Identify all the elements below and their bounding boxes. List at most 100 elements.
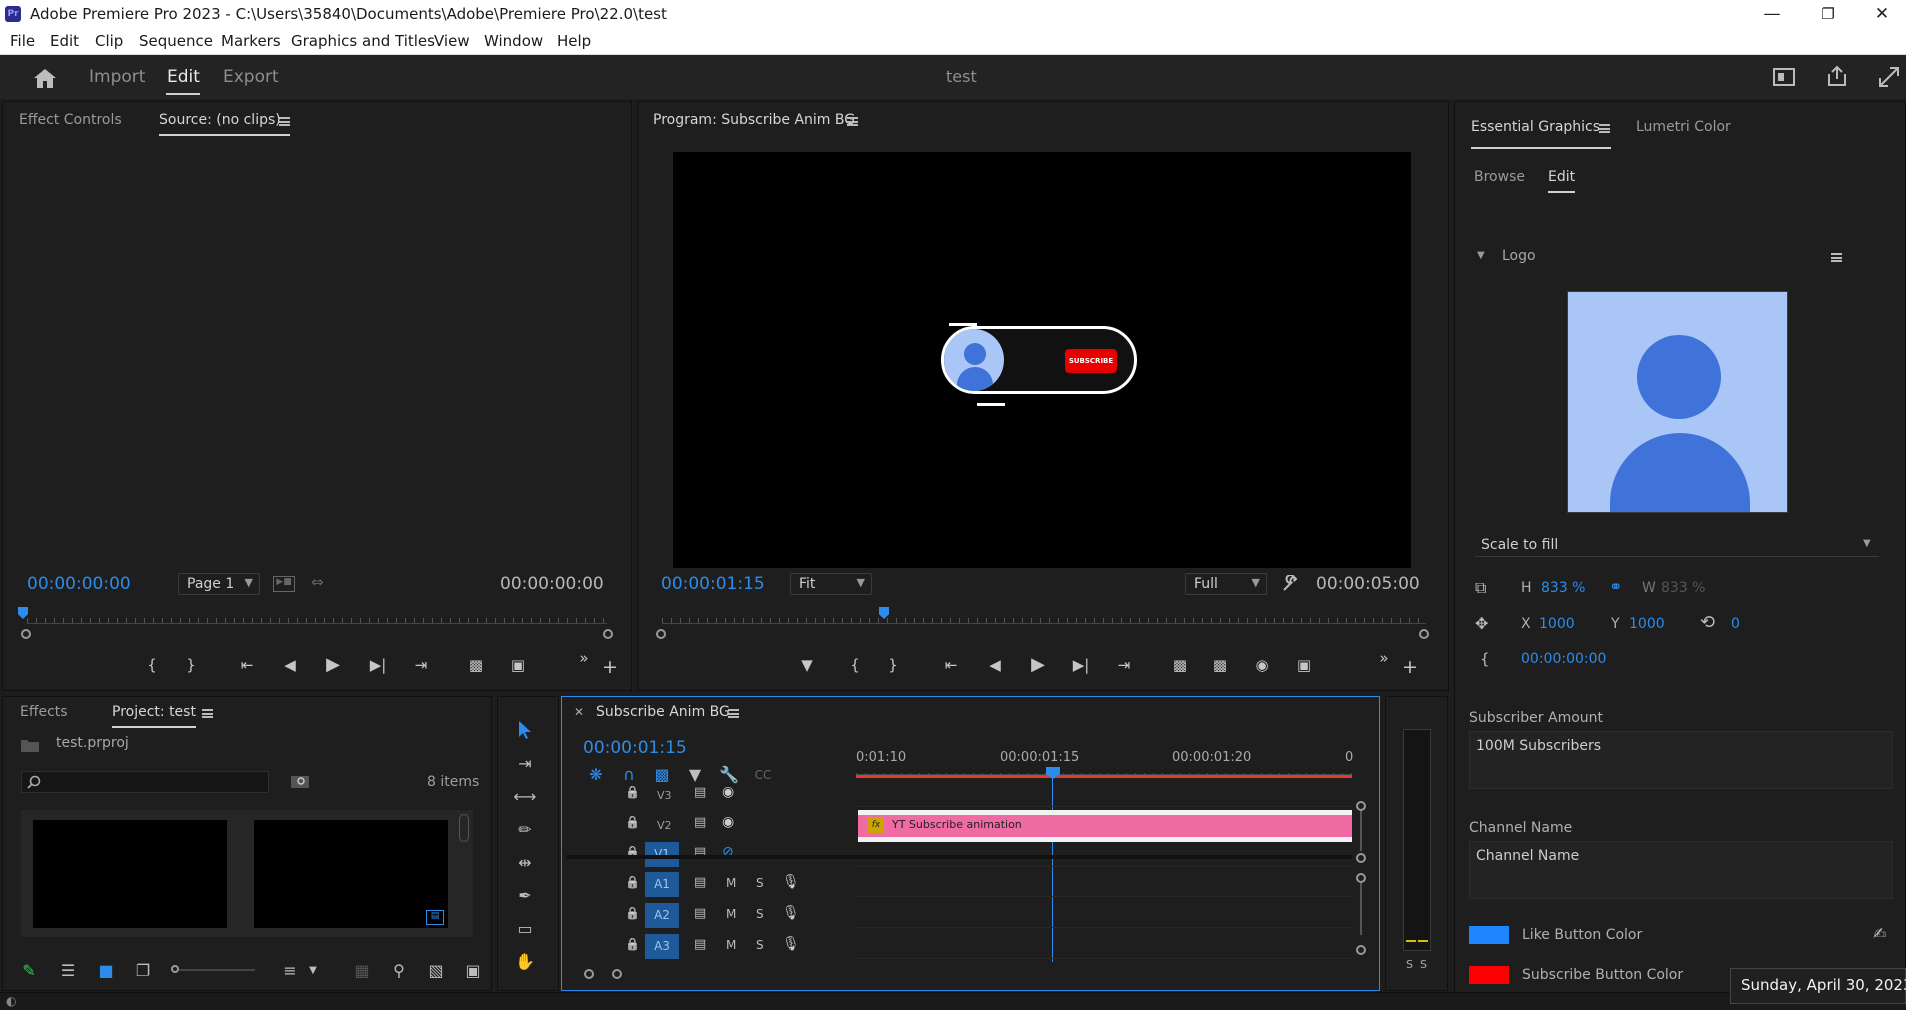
tab-program[interactable]: Program: Subscribe Anim BG — [653, 112, 855, 128]
track-lane-v1[interactable] — [856, 841, 1352, 867]
track-target-v3[interactable]: V3 — [657, 789, 672, 802]
like-button-color-swatch[interactable] — [1469, 926, 1509, 944]
source-timecode[interactable]: 00:00:00:00 — [27, 574, 131, 594]
automate-icon[interactable]: ▦ — [350, 959, 374, 983]
track-lane-v3[interactable] — [856, 781, 1352, 807]
menu-clip[interactable]: Clip — [95, 32, 123, 50]
v-scroll-bar[interactable] — [1360, 811, 1362, 851]
lock-track-icon[interactable]: 🔒 — [625, 785, 640, 799]
step-forward-icon[interactable]: ▶| — [1070, 654, 1092, 676]
program-zoom-handle-right[interactable] — [1419, 629, 1429, 639]
new-bin-icon[interactable]: ▧ — [424, 959, 448, 983]
sync-lock-icon[interactable]: ▤ — [694, 815, 706, 830]
program-time-ruler[interactable] — [662, 610, 1426, 624]
restore-icon[interactable]: ❐ — [1808, 3, 1848, 25]
subscriber-amount-input[interactable]: 100M Subscribers — [1469, 731, 1893, 789]
h-scroll-handle-left[interactable] — [584, 969, 594, 979]
extract-icon[interactable]: ▩ — [1209, 654, 1231, 676]
razor-tool-icon[interactable]: ✏ — [513, 818, 537, 842]
height-value[interactable]: 833 % — [1541, 580, 1585, 596]
lift-icon[interactable]: ▩ — [1169, 654, 1191, 676]
v-scroll-handle-top[interactable] — [1356, 801, 1366, 811]
layer-menu-icon[interactable] — [1831, 253, 1842, 262]
solo-right-label[interactable]: S — [1420, 958, 1427, 971]
wrench-icon[interactable] — [1281, 575, 1299, 593]
project-scrollbar[interactable] — [459, 814, 469, 842]
sort-icon[interactable]: ≡ — [278, 959, 302, 983]
step-back-icon[interactable]: ◀ — [279, 654, 301, 676]
subtab-browse[interactable]: Browse — [1474, 169, 1525, 185]
x-value[interactable]: 1000 — [1539, 616, 1575, 632]
icon-view-icon[interactable]: ■ — [94, 959, 118, 983]
nav-import[interactable]: Import — [89, 67, 145, 87]
home-icon[interactable] — [33, 67, 57, 89]
voiceover-mic-icon[interactable]: 🎙 — [782, 936, 800, 952]
track-target-a2[interactable]: A2 — [645, 903, 679, 928]
timeline-timecode[interactable]: 00:00:01:15 — [583, 738, 687, 758]
mark-out-icon[interactable]: } — [882, 654, 904, 676]
close-icon[interactable]: ✕ — [1862, 3, 1902, 25]
layer-name[interactable]: Logo — [1502, 248, 1536, 264]
mute-button[interactable]: M — [726, 907, 736, 921]
settings-arrows-icon[interactable]: ⇔ — [311, 573, 324, 591]
find-bin-icon[interactable] — [290, 773, 310, 789]
workspaces-icon[interactable] — [1773, 67, 1795, 87]
close-tab-icon[interactable]: ✕ — [574, 705, 584, 719]
go-to-out-icon[interactable]: ⇥ — [1113, 654, 1135, 676]
ripple-edit-tool-icon[interactable]: ⟷ — [513, 785, 537, 809]
v-scroll-handle-mid[interactable] — [1356, 853, 1366, 863]
menu-help[interactable]: Help — [557, 32, 591, 50]
program-timecode[interactable]: 00:00:01:15 — [661, 574, 765, 594]
chevron-down-icon[interactable]: ▼ — [301, 959, 325, 983]
link-proportions-icon[interactable]: ⚭ — [1609, 577, 1622, 596]
program-zoom-handle-left[interactable] — [656, 629, 666, 639]
more-controls-icon[interactable]: » — [573, 647, 595, 669]
mute-button[interactable]: M — [726, 938, 736, 952]
menu-graphics-and-titles[interactable]: Graphics and Titles — [291, 32, 435, 50]
program-monitor-screen[interactable]: SUBSCRIBE — [673, 152, 1411, 568]
hand-tool-icon[interactable]: ✋ — [513, 950, 537, 974]
h-scroll-handle-right[interactable] — [612, 969, 622, 979]
a-scroll-handle-bottom[interactable] — [1356, 945, 1366, 955]
track-select-tool-icon[interactable]: ⇥ — [513, 752, 537, 776]
chevron-down-icon[interactable]: ▼ — [1477, 250, 1485, 261]
mark-in-icon[interactable]: { — [141, 654, 163, 676]
tab-essential-graphics[interactable]: Essential Graphics — [1471, 119, 1600, 135]
new-item-icon[interactable]: ▣ — [461, 959, 485, 983]
menu-markers[interactable]: Markers — [221, 32, 281, 50]
lock-track-icon[interactable]: 🔒 — [625, 815, 640, 829]
go-to-in-icon[interactable]: ⇤ — [236, 654, 258, 676]
share-icon[interactable] — [1826, 65, 1848, 87]
project-panel-menu-icon[interactable] — [202, 709, 213, 718]
add-button-icon[interactable]: + — [599, 656, 621, 678]
track-lane-a1[interactable] — [856, 871, 1352, 897]
mark-in-icon[interactable]: { — [844, 654, 866, 676]
lock-track-icon[interactable]: 🔒 — [625, 875, 640, 889]
track-target-v2[interactable]: V2 — [657, 819, 672, 832]
lock-track-icon[interactable]: 🔒 — [625, 906, 640, 920]
tab-sequence[interactable]: Subscribe Anim BG — [596, 704, 730, 720]
tab-lumetri-color[interactable]: Lumetri Color — [1636, 119, 1731, 135]
mute-button[interactable]: M — [726, 876, 736, 890]
rotation-value[interactable]: 0 — [1731, 616, 1740, 632]
time-value[interactable]: 00:00:00:00 — [1521, 651, 1606, 667]
rectangle-tool-icon[interactable]: ▭ — [513, 917, 537, 941]
track-target-a3[interactable]: A3 — [645, 934, 679, 959]
freeform-view-icon[interactable]: ❐ — [131, 959, 155, 983]
go-to-out-icon[interactable]: ⇥ — [410, 654, 432, 676]
add-button-icon[interactable]: + — [1399, 656, 1421, 678]
track-lane-a2[interactable] — [856, 902, 1352, 928]
step-forward-icon[interactable]: ▶| — [367, 654, 389, 676]
mark-out-icon[interactable]: } — [180, 654, 202, 676]
thumbnail-2[interactable]: ▤ — [254, 820, 448, 928]
voiceover-mic-icon[interactable]: 🎙 — [782, 905, 800, 921]
eye-icon[interactable]: ◉ — [722, 784, 734, 800]
menu-edit[interactable]: Edit — [50, 32, 79, 50]
tab-effects[interactable]: Effects — [20, 704, 68, 720]
work-area-bar[interactable] — [856, 775, 1352, 778]
add-marker-icon[interactable]: ▼ — [796, 654, 818, 676]
menu-file[interactable]: File — [10, 32, 35, 50]
overwrite-icon[interactable]: ▣ — [507, 654, 529, 676]
sync-lock-icon[interactable]: ▤ — [694, 937, 706, 952]
selection-tool-icon[interactable] — [515, 719, 535, 741]
